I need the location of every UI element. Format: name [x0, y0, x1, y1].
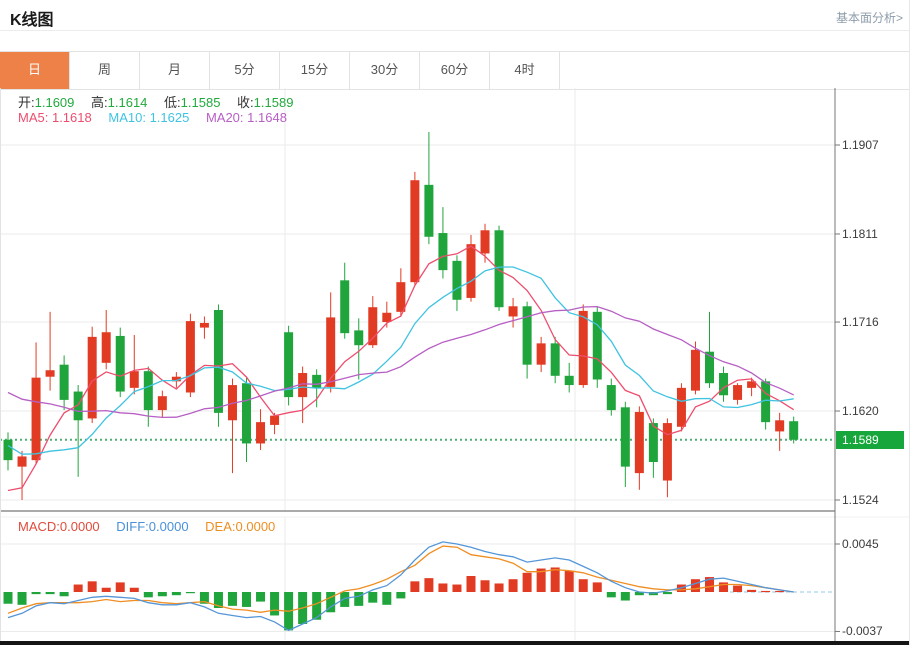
ma10-label: MA10: — [108, 110, 146, 125]
y-axis-label: 1.1620 — [842, 404, 879, 418]
y-axis-label: 1.1907 — [842, 138, 879, 152]
low-label: 低: — [164, 95, 181, 110]
ma20-value: 1.1648 — [247, 110, 287, 125]
tab-day[interactable]: 日 — [0, 52, 70, 89]
close-value: 1.1589 — [254, 95, 294, 110]
tab-15min[interactable]: 15分 — [280, 52, 350, 89]
y-axis-label: -0.0037 — [842, 624, 883, 638]
period-tab-bar: 日 周 月 5分 15分 30分 60分 4时 — [0, 51, 909, 90]
macd-readout: MACD:0.0000 DIFF:0.0000 DEA:0.0000 — [18, 519, 275, 534]
tab-60min[interactable]: 60分 — [420, 52, 490, 89]
ma10-value: 1.1625 — [150, 110, 190, 125]
ma5-label: MA5: — [18, 110, 48, 125]
current-price-badge: 1.1589 — [836, 431, 904, 449]
ma5-value: 1.1618 — [52, 110, 92, 125]
low-value: 1.1585 — [181, 95, 221, 110]
page-header: K线图 基本面分析> — [0, 0, 909, 31]
tab-4hour[interactable]: 4时 — [490, 52, 560, 89]
ma20-label: MA20: — [206, 110, 244, 125]
close-label: 收: — [237, 95, 254, 110]
fundamental-analysis-link[interactable]: 基本面分析> — [836, 9, 903, 26]
tab-month[interactable]: 月 — [140, 52, 210, 89]
y-axis-label: 1.1716 — [842, 315, 879, 329]
diff-value: 0.0000 — [149, 519, 189, 534]
ohlc-readout: 开:1.1609 高:1.1614 低:1.1585 收:1.1589 — [18, 92, 293, 111]
macd-value: 0.0000 — [60, 519, 100, 534]
dea-label: DEA: — [205, 519, 235, 534]
chart-area: 开:1.1609 高:1.1614 低:1.1585 收:1.1589 MA5:… — [0, 88, 910, 645]
macd-label: MACD: — [18, 519, 60, 534]
open-value: 1.1609 — [35, 95, 75, 110]
diff-label: DIFF: — [116, 519, 149, 534]
high-label: 高: — [91, 95, 108, 110]
open-label: 开: — [18, 95, 35, 110]
tab-5min[interactable]: 5分 — [210, 52, 280, 89]
high-value: 1.1614 — [108, 95, 148, 110]
y-axis-label: 1.1524 — [842, 493, 879, 507]
ma-readout: MA5: 1.1618 MA10: 1.1625 MA20: 1.1648 — [18, 110, 287, 125]
candlestick-macd-chart[interactable] — [0, 88, 910, 645]
tab-week[interactable]: 周 — [70, 52, 140, 89]
tab-30min[interactable]: 30分 — [350, 52, 420, 89]
y-axis-label: 1.1811 — [842, 227, 878, 241]
kline-page: K线图 基本面分析> 日 周 月 5分 15分 30分 60分 4时 开:1.1… — [0, 0, 910, 645]
dea-value: 0.0000 — [236, 519, 276, 534]
y-axis-label: 0.0045 — [842, 537, 879, 551]
page-title: K线图 — [10, 6, 54, 30]
